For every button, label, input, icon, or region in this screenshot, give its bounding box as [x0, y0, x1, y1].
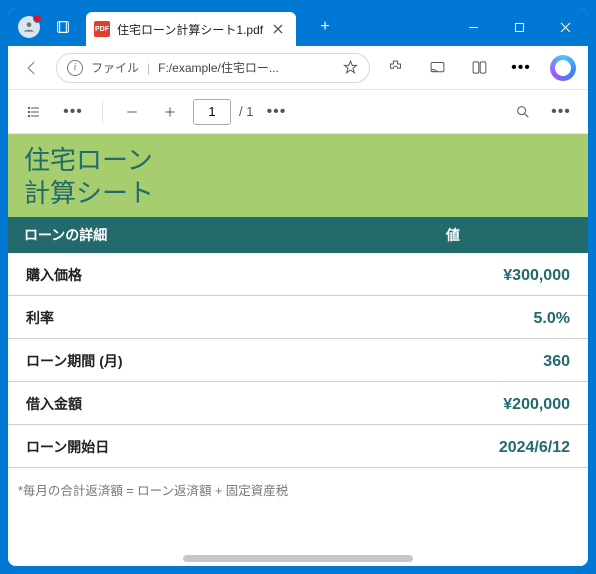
row-value: ¥200,000 — [298, 396, 570, 414]
table-header: ローンの詳細 値 — [8, 217, 588, 253]
split-screen-button[interactable] — [462, 52, 496, 84]
doc-title-line1: 住宅ローン — [24, 144, 572, 177]
browser-window: PDF 住宅ローン計算シート1.pdf + i ファイル | F:/exampl… — [8, 8, 588, 566]
row-label: 利率 — [26, 308, 298, 328]
favorite-icon[interactable] — [342, 59, 359, 76]
table-row: 借入金額¥200,000 — [8, 382, 588, 425]
window-controls — [450, 8, 588, 46]
zoom-out-button[interactable] — [117, 97, 147, 127]
titlebar: PDF 住宅ローン計算シート1.pdf + — [8, 8, 588, 46]
workspaces-button[interactable] — [52, 16, 74, 38]
address-bar-row: i ファイル | F:/example/住宅ロー... ••• — [8, 46, 588, 90]
table-header-col1: ローンの詳細 — [24, 225, 334, 245]
doc-title-line2: 計算シート — [24, 177, 572, 210]
address-bar[interactable]: i ファイル | F:/example/住宅ロー... — [56, 53, 370, 83]
browser-tab[interactable]: PDF 住宅ローン計算シート1.pdf — [86, 12, 296, 46]
table-row: ローン開始日2024/6/12 — [8, 425, 588, 468]
extensions-button[interactable] — [378, 52, 412, 84]
row-label: 購入価格 — [26, 265, 298, 285]
url-scheme: ファイル — [91, 59, 139, 76]
row-value: ¥300,000 — [298, 267, 570, 285]
row-label: 借入金額 — [26, 394, 298, 414]
table-row: 購入価格¥300,000 — [8, 253, 588, 296]
url-path: F:/example/住宅ロー... — [158, 59, 334, 76]
maximize-button[interactable] — [496, 8, 542, 46]
back-button[interactable] — [16, 52, 48, 84]
close-button[interactable] — [542, 8, 588, 46]
footnote: *毎月の合計返済額 = ローン返済額 + 固定資産税 — [8, 468, 588, 511]
new-tab-button[interactable]: + — [308, 18, 342, 36]
pdf-more-button[interactable]: ••• — [546, 97, 576, 127]
doc-title-block: 住宅ローン 計算シート — [8, 134, 588, 217]
profile-button[interactable] — [18, 16, 40, 38]
find-button[interactable] — [508, 97, 538, 127]
zoom-in-button[interactable] — [155, 97, 185, 127]
row-value: 5.0% — [298, 310, 570, 328]
cast-button[interactable] — [420, 52, 454, 84]
row-value: 360 — [298, 353, 570, 371]
pdf-page: 住宅ローン 計算シート ローンの詳細 値 購入価格¥300,000利率5.0%ロ… — [8, 134, 588, 511]
table-body: 購入価格¥300,000利率5.0%ローン期間 (月)360借入金額¥200,0… — [8, 253, 588, 468]
tab-title: 住宅ローン計算シート1.pdf — [117, 21, 263, 38]
pdf-icon: PDF — [94, 21, 110, 37]
horizontal-scrollbar[interactable] — [183, 555, 413, 562]
page-more-button[interactable]: ••• — [261, 97, 291, 127]
row-value: 2024/6/12 — [298, 439, 570, 457]
page-number-input[interactable] — [193, 99, 231, 125]
url-separator: | — [147, 61, 150, 75]
row-label: ローン開始日 — [26, 437, 298, 457]
table-header-col2: 値 — [334, 225, 572, 245]
copilot-button[interactable] — [546, 52, 580, 84]
more-button[interactable]: ••• — [504, 52, 538, 84]
row-label: ローン期間 (月) — [26, 351, 298, 371]
page-total: / 1 — [239, 104, 253, 119]
pdf-toolbar: ••• / 1 ••• ••• — [8, 90, 588, 134]
table-row: ローン期間 (月)360 — [8, 339, 588, 382]
minimize-button[interactable] — [450, 8, 496, 46]
site-info-icon[interactable]: i — [67, 60, 83, 76]
pdf-viewer[interactable]: 住宅ローン 計算シート ローンの詳細 値 購入価格¥300,000利率5.0%ロ… — [8, 134, 588, 566]
toc-more-button[interactable]: ••• — [58, 97, 88, 127]
toc-button[interactable] — [20, 97, 50, 127]
tab-close-button[interactable] — [270, 21, 286, 37]
table-row: 利率5.0% — [8, 296, 588, 339]
